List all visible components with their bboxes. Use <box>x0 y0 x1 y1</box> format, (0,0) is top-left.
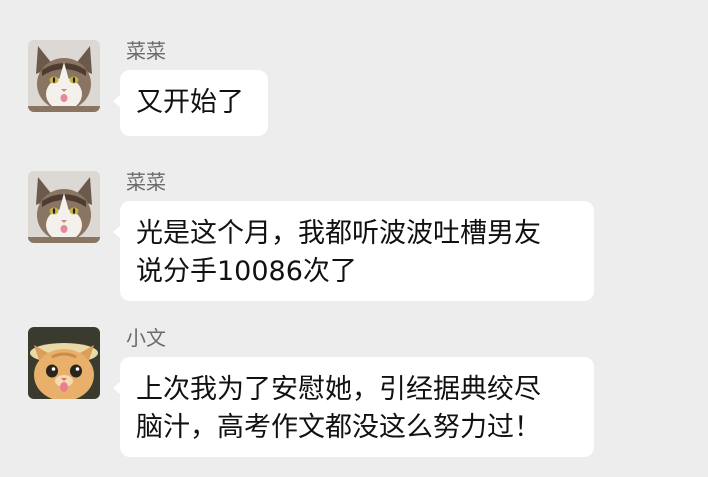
tabby-cat-avatar-icon <box>28 40 100 112</box>
message-text-line: 说分手10086次了 <box>136 256 357 287</box>
message-text-line: 上次我为了安慰她，引经据典绞尽 <box>136 374 541 405</box>
message-bubble[interactable]: 上次我为了安慰她，引经据典绞尽 脑汁，高考作文都没这么努力过！ <box>113 357 594 457</box>
avatar[interactable] <box>28 40 100 112</box>
sender-name: 小文 <box>126 326 166 350</box>
message-text-line: 光是这个月，我都听波波吐槽男友 <box>136 218 541 249</box>
message-text-line: 又开始了 <box>136 87 244 118</box>
chat-message-list: 菜菜 又开始了 菜菜 光是这个月，我都听波波吐槽男友 说分手10086次了 小文… <box>0 0 708 477</box>
message-bubble[interactable]: 光是这个月，我都听波波吐槽男友 说分手10086次了 <box>113 201 594 301</box>
message-text-line: 脑汁，高考作文都没这么努力过！ <box>136 412 541 443</box>
tabby-cat-avatar-icon <box>28 171 100 243</box>
sender-name: 菜菜 <box>126 170 166 194</box>
avatar[interactable] <box>28 327 100 399</box>
message-bubble[interactable]: 又开始了 <box>113 70 268 136</box>
orange-kitten-avatar-icon <box>28 327 100 399</box>
avatar[interactable] <box>28 171 100 243</box>
sender-name: 菜菜 <box>126 39 166 63</box>
